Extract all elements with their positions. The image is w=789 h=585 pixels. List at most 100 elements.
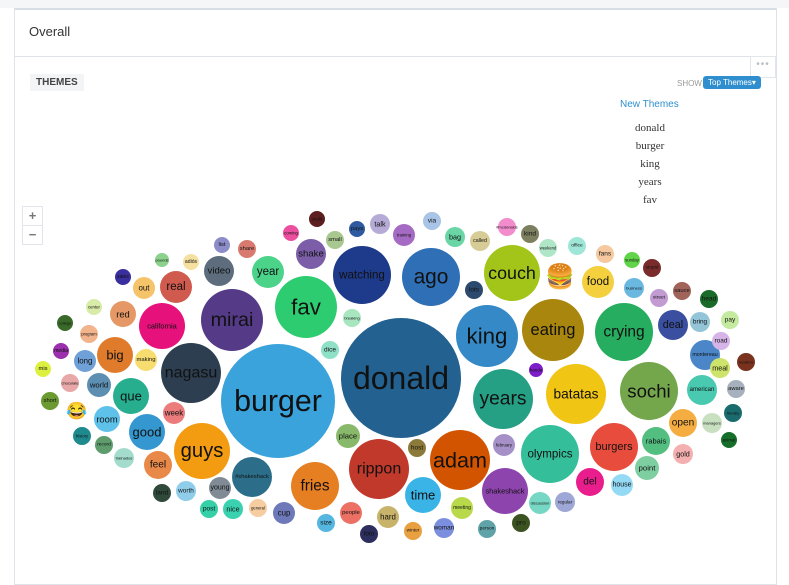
bubble-47[interactable]: meeting bbox=[451, 497, 473, 519]
bubble-87[interactable]: sauce bbox=[673, 282, 691, 300]
bubble-27[interactable]: real bbox=[160, 271, 192, 303]
bubble-54[interactable]: woman bbox=[433, 518, 455, 538]
bubble-36[interactable]: rabais bbox=[642, 427, 670, 455]
bubble-55[interactable]: winter bbox=[404, 522, 422, 540]
bubble-33[interactable]: year bbox=[252, 256, 284, 288]
bubble-14[interactable]: watching bbox=[333, 246, 391, 304]
bubble-45[interactable]: place bbox=[336, 424, 360, 448]
bubble-53[interactable]: person bbox=[478, 520, 496, 538]
bubble-97[interactable]: animal bbox=[721, 432, 737, 448]
bubble-16[interactable]: couch bbox=[484, 245, 540, 301]
bubble-7[interactable]: crying bbox=[595, 303, 653, 361]
bubble-106[interactable]: pounds bbox=[155, 253, 169, 267]
bubble-57[interactable]: size bbox=[317, 514, 335, 532]
bubble-101[interactable]: coming bbox=[283, 225, 299, 241]
bubble-62[interactable]: young bbox=[209, 477, 231, 499]
bubble-50[interactable]: discussion bbox=[529, 492, 551, 514]
bubble-43[interactable]: long bbox=[74, 350, 96, 372]
bubble-11[interactable]: olympics bbox=[521, 425, 579, 483]
bubble-44[interactable]: out bbox=[133, 277, 155, 299]
bubble-89[interactable]: bring bbox=[690, 312, 710, 332]
bubble-28[interactable]: food bbox=[582, 266, 614, 298]
bubble-83[interactable]: sunday bbox=[624, 252, 640, 268]
bubble-67[interactable]: gold bbox=[673, 444, 693, 464]
bubble-40[interactable]: american bbox=[687, 375, 717, 405]
bubble-41[interactable]: room bbox=[94, 406, 120, 432]
bubble-17[interactable]: guys bbox=[174, 423, 230, 479]
bubble-24[interactable]: big bbox=[97, 337, 133, 373]
bubble-8[interactable]: sochi bbox=[620, 362, 678, 420]
bubble-88[interactable]: head bbox=[700, 290, 718, 308]
bubble-66[interactable]: house bbox=[611, 474, 633, 496]
bubble-18[interactable]: fries bbox=[291, 462, 339, 510]
bubble-23[interactable]: que bbox=[113, 378, 149, 414]
bubble-68[interactable]: week bbox=[163, 402, 185, 424]
bubble-93[interactable]: location bbox=[737, 353, 755, 371]
bubble-48[interactable]: hard bbox=[377, 506, 399, 528]
bubble-110[interactable]: college bbox=[57, 315, 73, 331]
bubble-107[interactable]: sales bbox=[115, 269, 131, 285]
bubble-72[interactable]: lots bbox=[465, 281, 483, 299]
bubble-112[interactable]: mis bbox=[35, 361, 51, 377]
bubble-76[interactable]: bag bbox=[445, 227, 465, 247]
bubble-51[interactable]: regular bbox=[555, 492, 575, 512]
bubble-5[interactable]: king bbox=[456, 305, 518, 367]
bubble-75[interactable]: via bbox=[423, 212, 441, 230]
bubble-3[interactable]: mirai bbox=[201, 289, 263, 351]
bubble-15[interactable]: ago bbox=[402, 248, 460, 306]
bubble-59[interactable]: general bbox=[249, 499, 267, 517]
bubble-1[interactable]: burger bbox=[221, 344, 335, 458]
bubble-114[interactable]: short bbox=[41, 392, 59, 410]
bubble-42[interactable]: world bbox=[87, 373, 111, 397]
bubble-105[interactable]: adiós bbox=[183, 254, 199, 270]
bubble-90[interactable]: pay bbox=[721, 311, 739, 329]
bubble-12[interactable]: adam bbox=[430, 430, 490, 490]
bubble-31[interactable]: shake bbox=[296, 239, 326, 269]
bubble-26[interactable]: time bbox=[405, 477, 441, 513]
bubble-116[interactable]: history bbox=[73, 427, 91, 445]
bubble-29[interactable]: del bbox=[576, 468, 604, 496]
bubble-70[interactable]: dice bbox=[321, 341, 339, 359]
bubble-13[interactable]: rippon bbox=[349, 439, 409, 499]
bubble-6[interactable]: eating bbox=[522, 299, 584, 361]
bubble-69[interactable]: making bbox=[135, 349, 157, 371]
bubble-61[interactable]: post bbox=[200, 500, 218, 518]
bubble-56[interactable]: foto bbox=[360, 525, 378, 543]
bubble-94[interactable]: aware bbox=[727, 380, 745, 398]
bubble-19[interactable]: burgers bbox=[590, 423, 638, 471]
bubble-80[interactable]: weekend bbox=[539, 239, 557, 257]
bubble-85[interactable]: business bbox=[624, 278, 644, 298]
bubble-63[interactable]: worth bbox=[176, 481, 196, 501]
bubble-46[interactable]: host bbox=[408, 439, 426, 457]
bubble-21[interactable]: california bbox=[139, 303, 185, 349]
bubble-38[interactable]: point bbox=[635, 456, 659, 480]
bubble-95[interactable]: literally bbox=[724, 404, 742, 422]
bubble-4[interactable]: nagasu bbox=[161, 343, 221, 403]
bubble-65[interactable]: february bbox=[493, 434, 515, 456]
bubble-118[interactable]: traînados bbox=[114, 448, 134, 468]
bubble-111[interactable]: media bbox=[53, 343, 69, 359]
bubble-2[interactable]: fav bbox=[275, 276, 337, 338]
bubble-98[interactable]: pays bbox=[349, 221, 365, 237]
bubble-86[interactable]: street bbox=[650, 289, 668, 307]
bubble-108[interactable]: center bbox=[86, 299, 102, 315]
bubble-99[interactable]: small bbox=[326, 231, 344, 249]
bubble-84[interactable]: stupid bbox=[643, 259, 661, 277]
bubble-49[interactable]: people bbox=[340, 502, 362, 524]
bubble-20[interactable]: shakeshack bbox=[482, 468, 528, 514]
bubble-37[interactable]: open bbox=[669, 409, 697, 437]
bubble-25[interactable]: good bbox=[129, 414, 165, 450]
bubble-0[interactable]: donald bbox=[341, 318, 461, 438]
bubble-115[interactable]: 😂 bbox=[66, 402, 87, 421]
bubble-91[interactable]: road bbox=[712, 332, 730, 350]
bubble-73[interactable]: handa bbox=[529, 363, 543, 377]
bubble-119[interactable]: 🍔 bbox=[545, 263, 575, 291]
bubble-32[interactable]: video bbox=[204, 256, 234, 286]
bubble-10[interactable]: years bbox=[473, 369, 533, 429]
bubble-35[interactable]: red bbox=[110, 301, 136, 327]
bubble-104[interactable]: share bbox=[238, 240, 256, 258]
bubble-81[interactable]: office bbox=[568, 237, 586, 255]
bubble-78[interactable]: kind bbox=[521, 225, 539, 243]
bubble-60[interactable]: nice bbox=[223, 499, 243, 519]
bubble-52[interactable]: pro bbox=[512, 514, 530, 532]
